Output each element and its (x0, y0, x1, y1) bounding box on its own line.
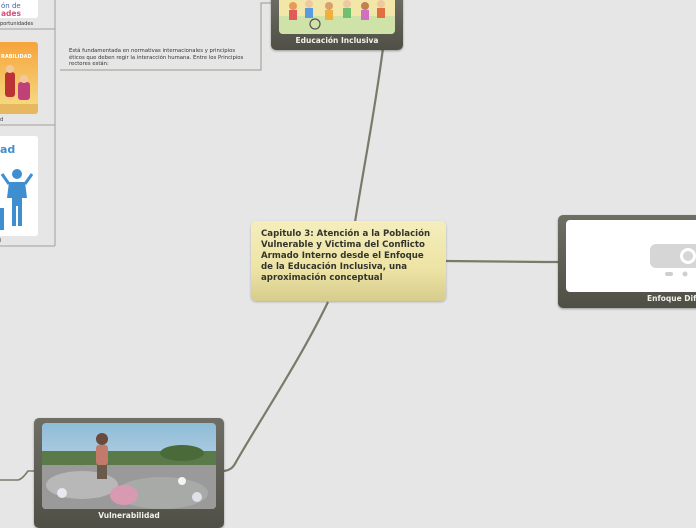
principles-note: Está fundamentada en normativas internac… (69, 48, 244, 68)
left-label-equidad: l (0, 238, 2, 244)
thumb-igualdad-oportunidades[interactable]: ón de ades (0, 0, 38, 18)
connector-vulnerabilidad-left (0, 470, 36, 481)
svg-text:ades: ades (1, 9, 22, 18)
svg-text:RABILIDAD: RABILIDAD (1, 54, 32, 60)
connector-central-enfoque (445, 259, 560, 264)
topic-vulnerabilidad[interactable]: Vulnerabilidad (34, 418, 224, 528)
central-topic[interactable]: Capitulo 3: Atención a la Población Vuln… (251, 221, 446, 301)
svg-text:ad: ad (0, 143, 15, 156)
topic-enfoque-diferencial[interactable]: Enfoque Dife (558, 215, 696, 308)
vulnerabilidad-poster-image: RABILIDAD (0, 42, 38, 114)
left-label-oportunidades: portunidades (0, 21, 34, 27)
vulnerabilidad-label: Vulnerabilidad (98, 511, 160, 520)
central-topic-title: Capitulo 3: Atención a la Población Vuln… (261, 229, 431, 283)
educacion-inclusiva-label: Educación Inclusiva (295, 36, 379, 45)
thumb-equidad-figure[interactable]: ad (0, 136, 38, 236)
left-label-vulnerabilidad: d (0, 117, 4, 123)
topic-educacion-inclusiva[interactable]: Educación Inclusiva (271, 0, 403, 50)
igualdad-oportunidades-image: ón de ades (0, 0, 38, 18)
connector-central-educacion (353, 47, 385, 223)
equidad-figure-image: ad (0, 136, 38, 236)
educacion-inclusiva-image (279, 0, 395, 34)
vulnerabilidad-image (42, 423, 216, 509)
thumb-vulnerabilidad-poster[interactable]: RABILIDAD (0, 42, 38, 114)
enfoque-diferencial-image-placeholder (566, 220, 696, 292)
enfoque-diferencial-label: Enfoque Dife (647, 294, 696, 303)
connector-central-vulnerabilidad (223, 301, 329, 473)
